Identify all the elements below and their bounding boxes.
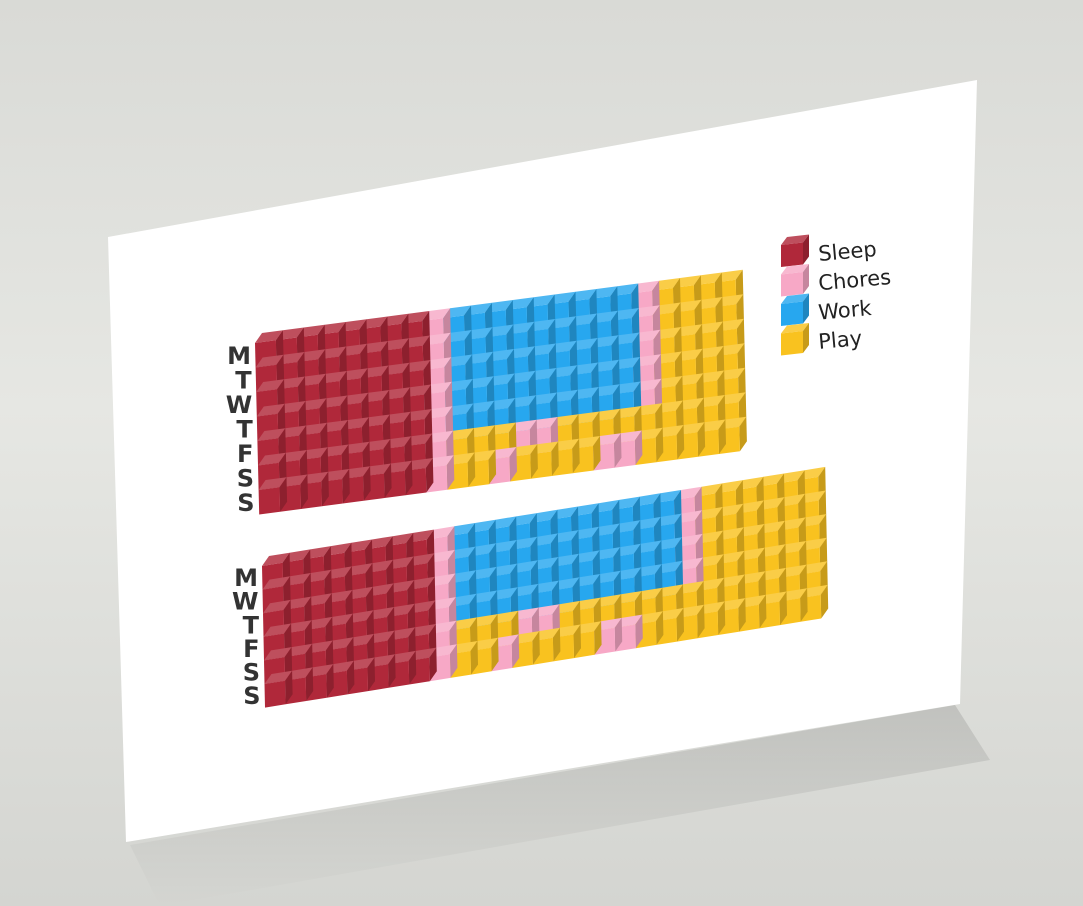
- legend-label-work: Work: [817, 296, 873, 325]
- legend-label-play: Play: [817, 326, 863, 354]
- row-label: S: [237, 489, 254, 517]
- cell-sleep-r6-c0-front: [258, 487, 281, 515]
- chart-poster: MTWTFSS MWTFSS Sleep Chores Work Play: [0, 0, 1083, 906]
- legend-label-sleep: Sleep: [817, 237, 877, 266]
- cell-sleep-r5-c0-front: [264, 680, 286, 708]
- legend-swatch-chores-front: [781, 272, 803, 297]
- legend-swatch-play-front: [781, 331, 803, 356]
- legend-swatch-sleep-front: [781, 242, 803, 267]
- row-label: S: [243, 682, 260, 710]
- waffle-chart-svg: MTWTFSS MWTFSS SleepChoresWorkPlay: [108, 80, 990, 906]
- legend-swatch-work-front: [781, 301, 803, 326]
